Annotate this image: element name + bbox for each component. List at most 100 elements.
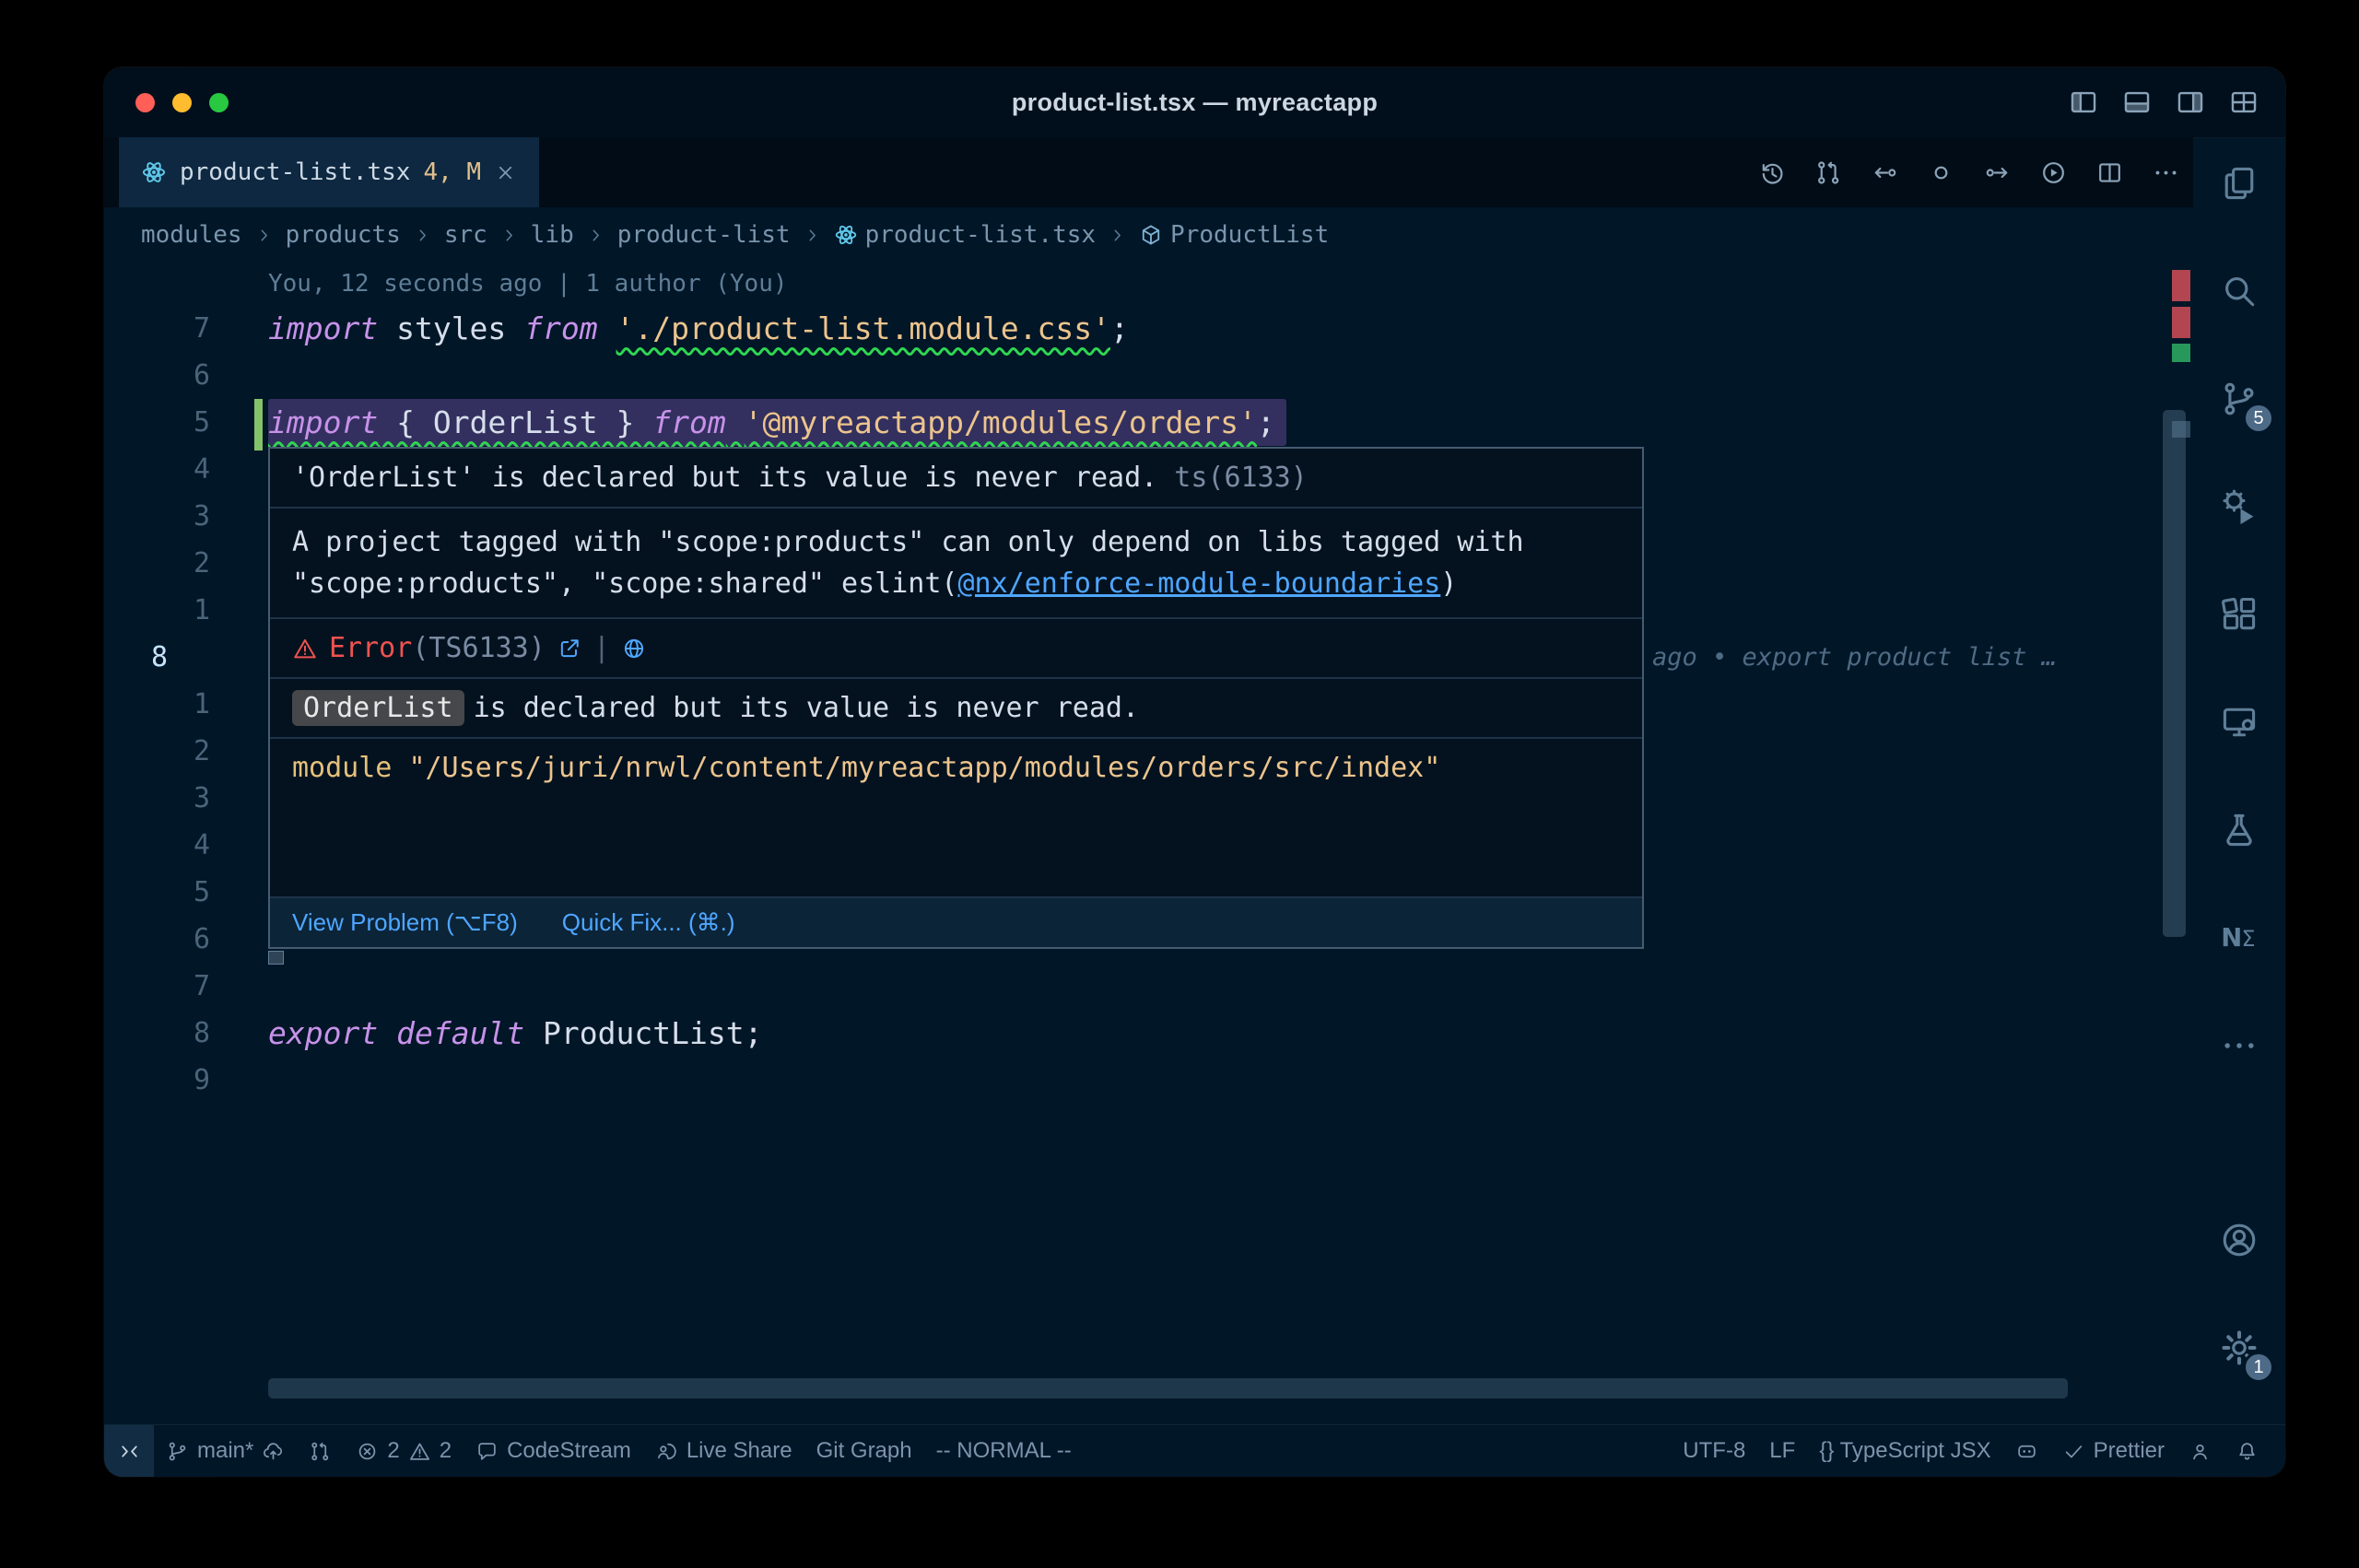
codelens-blame[interactable]: You, 12 seconds ago | 1 author (You) bbox=[268, 263, 788, 305]
layout-sidebar-right-icon[interactable] bbox=[2175, 87, 2206, 118]
code-token: import bbox=[268, 404, 378, 440]
line-number[interactable]: 2 bbox=[104, 540, 261, 587]
status-problems[interactable]: 22 bbox=[344, 1425, 464, 1477]
status-language[interactable]: {} TypeScript JSX bbox=[1807, 1425, 2002, 1477]
activity-remote-explorer[interactable] bbox=[2210, 693, 2269, 752]
status-copilot[interactable] bbox=[2003, 1425, 2050, 1477]
line-number[interactable]: 7 bbox=[104, 305, 261, 352]
breadcrumb-item-src[interactable]: src bbox=[444, 221, 487, 249]
git-compare-icon[interactable] bbox=[1814, 158, 1843, 187]
nx-console-icon: NΣ bbox=[2219, 918, 2259, 958]
activity-explorer[interactable] bbox=[2210, 154, 2269, 213]
layout-sidebar-left-icon[interactable] bbox=[2068, 87, 2099, 118]
breadcrumb-item-productlist[interactable]: ProductList bbox=[1139, 221, 1329, 249]
status-remote-indicator[interactable] bbox=[104, 1425, 154, 1477]
line-number[interactable]: 2 bbox=[104, 728, 261, 775]
status-encoding[interactable]: UTF-8 bbox=[1671, 1425, 1757, 1477]
code-token bbox=[378, 1015, 396, 1051]
eslint-rule-link[interactable]: @nx/enforce-module-boundaries bbox=[957, 568, 1440, 600]
line-number[interactable]: 4 bbox=[104, 446, 261, 493]
navigate-back-icon[interactable] bbox=[1871, 158, 1899, 187]
close-icon[interactable] bbox=[494, 161, 517, 184]
status-git-graph[interactable]: Git Graph bbox=[804, 1425, 924, 1477]
code-token bbox=[598, 310, 616, 346]
editor-group: product-list.tsx 4, M modules products src… bbox=[104, 137, 2193, 1425]
breadcrumb-item-modules[interactable]: modules bbox=[141, 221, 242, 249]
horizontal-scrollbar[interactable] bbox=[268, 1378, 2068, 1398]
line-number[interactable]: 3 bbox=[104, 775, 261, 822]
tooltip-action-quick-fix[interactable]: Quick Fix... (⌘.) bbox=[562, 908, 735, 937]
error-hover-tooltip: 'OrderList' is declared but its value is… bbox=[268, 447, 1644, 949]
selection-highlight: import { OrderList } from '@myreactapp/m… bbox=[268, 399, 1286, 446]
layout-grid-icon[interactable] bbox=[2228, 87, 2259, 118]
split-editor-icon[interactable] bbox=[2095, 158, 2124, 187]
record-icon[interactable] bbox=[1927, 158, 1955, 187]
activity-settings[interactable]: 1 bbox=[2210, 1318, 2269, 1377]
activity-nx-console[interactable]: NΣ bbox=[2210, 908, 2269, 967]
activity-run-debug[interactable] bbox=[2210, 477, 2269, 536]
tooltip-resize-handle[interactable] bbox=[268, 951, 284, 965]
status-eol[interactable]: LF bbox=[1757, 1425, 1807, 1477]
line-number[interactable]: 3 bbox=[104, 493, 261, 540]
line-number[interactable]: 5 bbox=[104, 399, 261, 446]
code-line[interactable]: export default ProductList; bbox=[268, 1010, 762, 1057]
line-number[interactable]: 6 bbox=[104, 916, 261, 963]
feedback-icon bbox=[2189, 1440, 2212, 1463]
line-number[interactable]: 6 bbox=[104, 352, 261, 399]
layout-panel-icon[interactable] bbox=[2121, 87, 2153, 118]
status-notifications[interactable] bbox=[2224, 1425, 2271, 1477]
breadcrumb-item-product-list[interactable]: product-list bbox=[617, 221, 791, 249]
activity-search[interactable] bbox=[2210, 262, 2269, 321]
error-label-group: Error(TS6133) bbox=[329, 632, 546, 664]
run-circle-icon[interactable] bbox=[2039, 158, 2068, 187]
tooltip-action-view-problem[interactable]: View Problem (⌥F8) bbox=[292, 908, 518, 937]
breadcrumb-item-lib[interactable]: lib bbox=[531, 221, 574, 249]
badge: 1 bbox=[2243, 1352, 2274, 1383]
breadcrumb-item-products[interactable]: products bbox=[286, 221, 401, 249]
status-feedback[interactable] bbox=[2177, 1425, 2224, 1477]
status-codestream[interactable]: CodeStream bbox=[464, 1425, 643, 1477]
external-link-icon[interactable] bbox=[557, 636, 582, 661]
line-number[interactable]: 9 bbox=[104, 1057, 261, 1104]
navigate-forward-icon[interactable] bbox=[1983, 158, 2012, 187]
extensions-icon bbox=[2219, 594, 2259, 635]
code-token: import bbox=[268, 310, 378, 346]
line-number[interactable]: 4 bbox=[104, 822, 261, 869]
activity-testing[interactable] bbox=[2210, 801, 2269, 860]
line-number[interactable]: 7 bbox=[104, 963, 261, 1010]
status-live-share[interactable]: Live Share bbox=[643, 1425, 804, 1477]
line-number[interactable]: 5 bbox=[104, 869, 261, 916]
line-number[interactable]: 8 bbox=[104, 1010, 261, 1057]
history-icon[interactable] bbox=[1758, 158, 1787, 187]
status-vim-mode[interactable]: -- NORMAL -- bbox=[924, 1425, 1084, 1477]
status-gitlens[interactable] bbox=[297, 1425, 344, 1477]
tab-product-list[interactable]: product-list.tsx 4, M bbox=[119, 137, 539, 207]
code-token: styles bbox=[378, 310, 524, 346]
code-token bbox=[726, 404, 745, 440]
line-number[interactable]: 1 bbox=[104, 587, 261, 634]
chevron-right-icon bbox=[499, 226, 519, 245]
globe-icon[interactable] bbox=[621, 636, 647, 661]
activity-extensions[interactable] bbox=[2210, 585, 2269, 644]
status-prettier[interactable]: Prettier bbox=[2050, 1425, 2177, 1477]
overview-ruler-modified-mark bbox=[2172, 344, 2190, 362]
breadcrumb-item-product-list-tsx[interactable]: product-list.tsx bbox=[834, 221, 1096, 249]
overview-ruler-error-mark bbox=[2172, 270, 2190, 301]
vertical-scrollbar[interactable] bbox=[2163, 410, 2186, 937]
activity-accounts[interactable] bbox=[2210, 1211, 2269, 1270]
code-line[interactable]: import { OrderList } from '@myreactapp/m… bbox=[268, 399, 1286, 446]
status-branch[interactable]: main* bbox=[154, 1425, 297, 1477]
more-icon[interactable] bbox=[2152, 158, 2180, 187]
editor[interactable]: 76543218123456789 You, 12 seconds ago | … bbox=[104, 263, 2193, 1425]
activity-more[interactable] bbox=[2210, 1016, 2269, 1075]
activity-source-control[interactable]: 5 bbox=[2210, 369, 2269, 428]
line-number[interactable]: 8 bbox=[104, 634, 261, 681]
module-keyword: module bbox=[292, 752, 392, 784]
code-line[interactable]: import styles from './product-list.modul… bbox=[268, 305, 1129, 352]
code-token: ; bbox=[1110, 310, 1129, 346]
line-number[interactable]: 1 bbox=[104, 681, 261, 728]
inline-blame-text: ago • export product list … bbox=[1652, 634, 2057, 681]
cloud-upload-icon bbox=[262, 1440, 285, 1463]
check-icon bbox=[2062, 1440, 2085, 1463]
status-bar-right: UTF-8LF{} TypeScript JSX Prettier bbox=[1671, 1425, 2285, 1477]
